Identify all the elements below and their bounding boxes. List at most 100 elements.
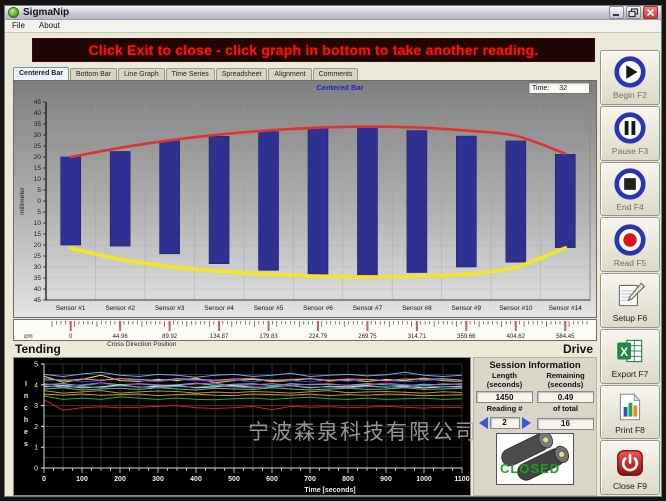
message-banner: Click Exit to close - click graph in bot… [32,38,595,62]
trend-y-tick-label: 3 [34,403,38,410]
y-axis-tick-label: 10 [34,176,42,183]
record-icon [612,222,648,258]
trend-x-tick-label: 900 [380,476,392,483]
cross-direction-label: Cross Direction Position [107,341,176,348]
sensor-bar [555,154,575,247]
begin-button[interactable]: Begin F2 [600,50,660,105]
length-value: 1450 [476,391,533,403]
pause-button[interactable]: Pause F3 [600,106,660,161]
y-axis-tick-label: 25 [34,253,42,260]
maximize-button[interactable] [626,6,641,19]
trend-y-tick-label: 4 [34,382,38,389]
trending-chart-panel[interactable]: 0123450100200300400500600700800900100011… [13,357,471,496]
end-button[interactable]: End F4 [600,162,660,217]
tab-spreadsheet[interactable]: Spreadsheet [216,68,268,80]
menu-file[interactable]: File [5,20,32,32]
export-button[interactable]: X Export F7 [600,329,660,384]
print-button[interactable]: Print F8 [600,385,660,440]
menu-about[interactable]: About [32,20,67,32]
sensor-bar [110,152,130,247]
excel-icon: X [613,333,647,369]
y-axis-tick-label: 0 [37,198,41,205]
trend-y-tick-label: 2 [34,424,38,431]
ruler-position-value: 134.87 [210,334,229,340]
cross-direction-ruler: 044.9689.92134.87179.83224.79269.75314.7… [13,319,597,341]
ruler-position-value: 269.75 [358,334,377,340]
trend-x-tick-label: 1000 [416,476,432,483]
trend-x-tick-label: 0 [42,476,46,483]
read-button-label: Read F5 [614,258,647,268]
tab-time-series[interactable]: Time Series [166,68,215,80]
export-button-label: Export F7 [612,369,649,379]
ruler-position-value: 224.79 [309,334,328,340]
banner-text: Click Exit to close - click graph in bot… [88,42,538,58]
screenshot-frame: SigmaNip [0,0,666,501]
centered-bar-chart[interactable]: 45403530252015105051015202530354045milli… [14,96,598,318]
sensor-label: Sensor #3 [155,305,185,312]
sensor-bar [506,141,526,262]
tab-line-graph[interactable]: Line Graph [118,68,165,80]
trend-x-tick-label: 600 [266,476,278,483]
tending-label: Tending [15,342,61,356]
sensor-bar [160,141,180,254]
y-axis-tick-label: 45 [34,99,42,106]
inches-axis-label: c [24,405,28,412]
menubar: File About [5,20,661,33]
sensor-bar [209,136,229,263]
trend-y-tick-label: 1 [34,445,38,452]
trend-x-tick-label: 500 [228,476,240,483]
setup-button-label: Setup F6 [613,313,648,323]
tab-comments[interactable]: Comments [313,68,359,80]
reading-next-button[interactable] [522,417,531,429]
sensor-label: Sensor #6 [303,305,333,312]
close-button-label: Close F9 [613,481,647,491]
time-box: Time: 32 [528,82,590,94]
titlebar: SigmaNip [5,6,661,20]
reading-prev-button[interactable] [479,417,488,429]
centered-bar-panel[interactable]: Centered Bar Time: 32 454035302520151050… [13,80,597,318]
sensor-label: Sensor #14 [549,305,583,312]
y-axis-tick-label: 30 [34,132,42,139]
pause-icon [612,110,648,146]
reading-value[interactable]: 2 [490,417,520,429]
close-button[interactable] [643,6,658,19]
sensor-label: Sensor #10 [499,305,533,312]
begin-button-label: Begin F2 [613,90,647,100]
svg-text:X: X [620,346,628,359]
close-button[interactable]: Close F9 [600,440,660,495]
ruler-position-value: 404.62 [507,334,526,340]
remaining-label: Remaining (seconds) [537,372,594,389]
y-axis-tick-label: 20 [34,154,42,161]
trending-chart[interactable]: 0123450100200300400500600700800900100011… [14,358,470,495]
notepad-icon [613,277,647,313]
pause-button-label: Pause F3 [612,146,648,156]
nip-status-text: CLOSED [500,461,560,476]
end-button-label: End F4 [616,202,643,212]
ruler-position-value: 359.66 [457,334,476,340]
play-icon [612,54,648,90]
trend-x-tick-label: 100 [76,476,88,483]
sensor-bar [308,128,328,274]
reading-label: Reading # [476,405,533,414]
y-axis-tick-label: 15 [34,231,42,238]
session-info-panel: Session Information Length (seconds) Rem… [473,357,597,496]
bar-chart-page-icon [613,389,647,425]
sensor-bar [407,131,427,273]
sensor-label: Sensor #2 [105,305,135,312]
setup-button[interactable]: Setup F6 [600,273,660,328]
minimize-icon [610,7,623,18]
y-axis-tick-label: 15 [34,165,42,172]
tab-centered-bar[interactable]: Centered Bar [13,67,69,80]
total-value: 16 [537,418,594,430]
ruler-position-value: 179.83 [259,334,278,340]
y-axis-tick-label: 35 [34,275,42,282]
minimize-button[interactable] [609,6,624,19]
tab-strip: Centered BarBottom BarLine GraphTime Ser… [13,65,597,80]
restore-icon [627,7,640,18]
tab-bottom-bar[interactable]: Bottom Bar [70,68,117,80]
read-button[interactable]: Read F5 [600,217,660,272]
tab-alignment[interactable]: Alignment [268,68,311,80]
ruler-position-value: 44.96 [113,334,129,340]
sensor-bar [61,157,81,245]
ruler-unit-label: cm [24,333,33,340]
